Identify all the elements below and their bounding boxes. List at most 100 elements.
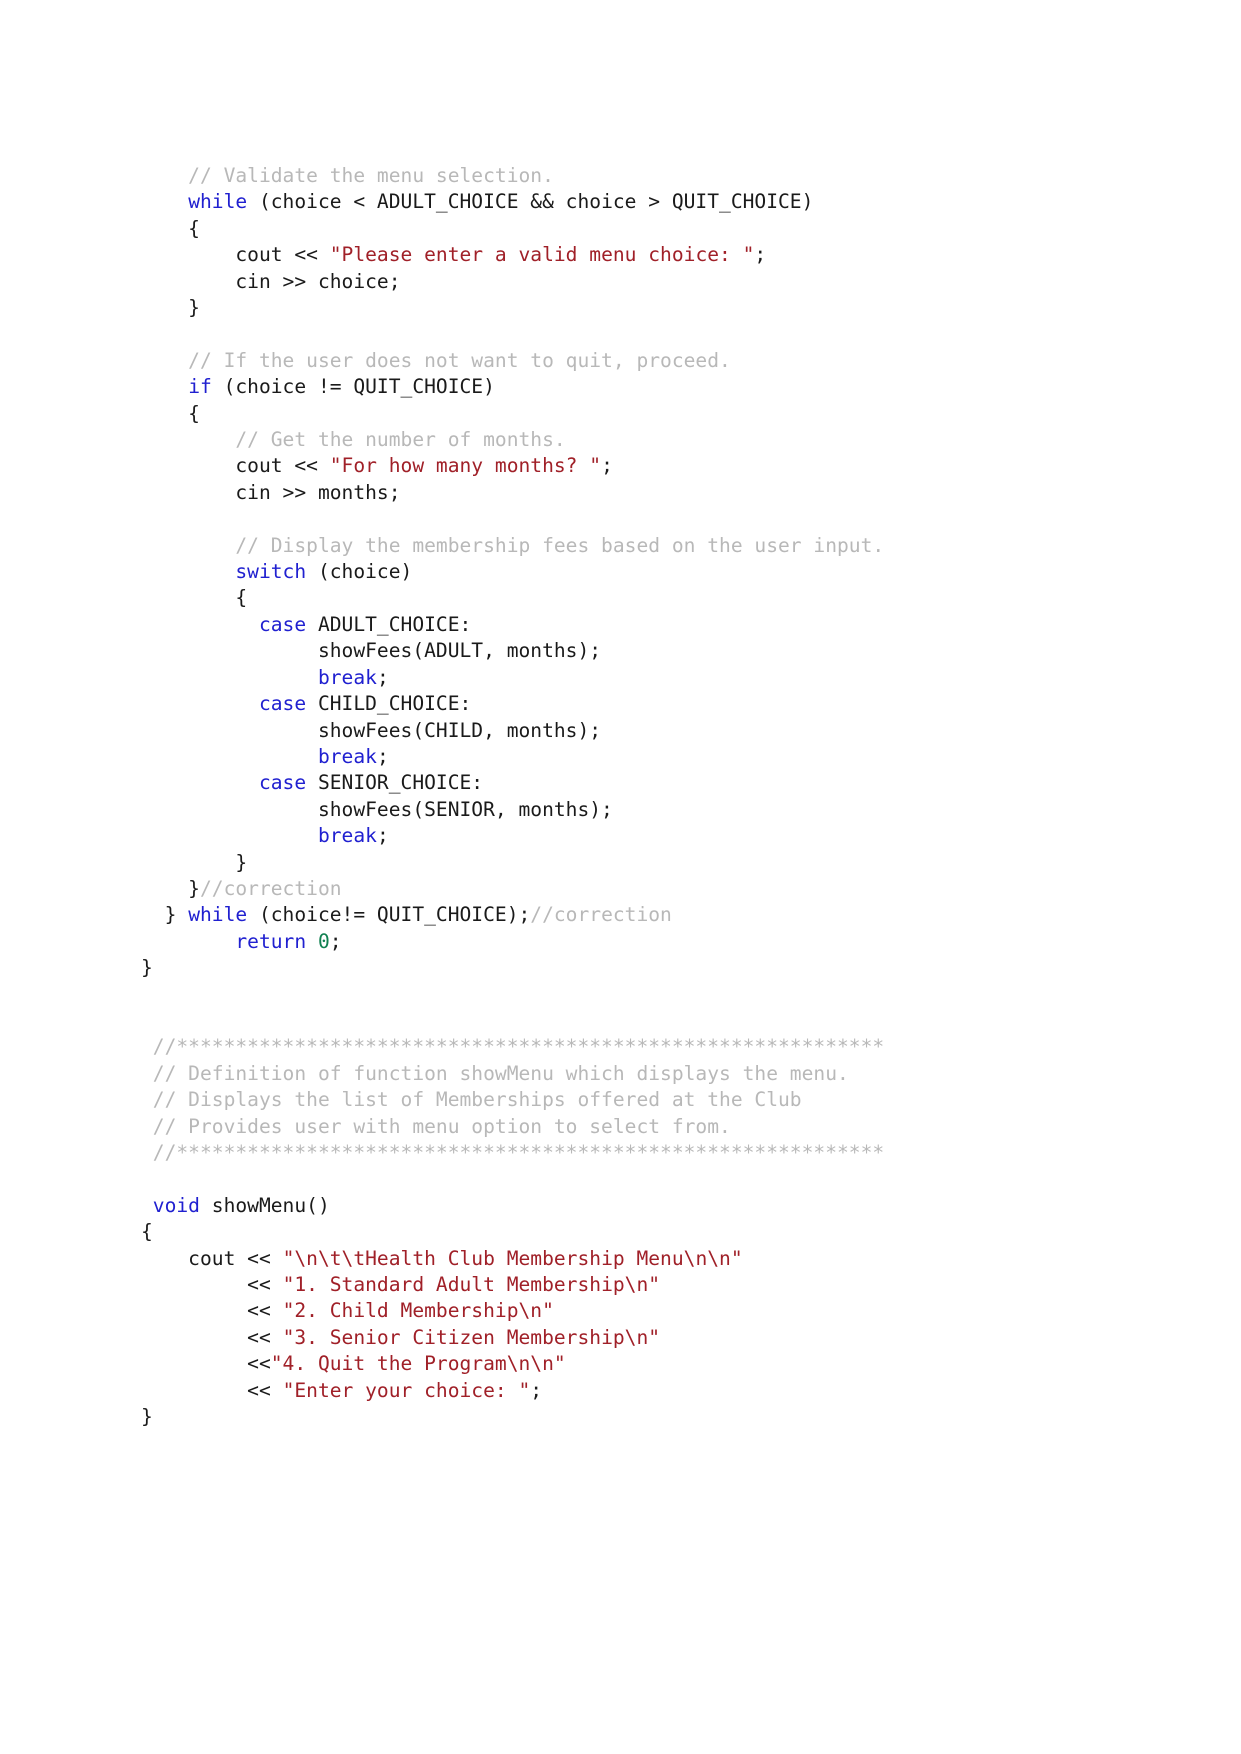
code-token-cmt: //correction — [199, 876, 342, 900]
code-line: showFees(SENIOR, months); — [141, 797, 1161, 823]
code-line: { — [141, 216, 1161, 242]
code-token-plain: cout << — [141, 243, 330, 267]
code-line: ​ — [141, 321, 1161, 347]
code-line: { — [141, 401, 1161, 427]
code-token-plain: showFees(SENIOR, months); — [141, 797, 613, 821]
code-token-plain: ; — [530, 1378, 543, 1402]
code-line: ​ — [141, 1008, 1161, 1034]
code-token-plain: ; — [376, 744, 389, 768]
code-token-cmt: // Validate the menu selection. — [141, 164, 554, 187]
code-token-plain: } — [141, 876, 200, 900]
code-line: { — [141, 585, 1161, 611]
code-token-plain: { — [141, 1220, 153, 1244]
code-line: cin >> months; — [141, 480, 1161, 506]
code-token-str: "Please enter a valid menu choice: " — [329, 243, 755, 267]
code-token-kw: while — [188, 903, 248, 927]
code-token-plain: showMenu() — [199, 1193, 330, 1217]
code-token-str: "\n\t\tHealth Club Membership Menu\n\n" — [282, 1246, 743, 1270]
code-token-kw: switch — [235, 560, 307, 584]
code-token-str: "4. Quit the Program\n\n" — [270, 1352, 566, 1376]
code-token-plain: ; — [601, 454, 613, 478]
code-token-plain: ADULT_CHOICE: — [306, 612, 472, 636]
code-token-plain: { — [141, 216, 200, 240]
code-token-plain: << — [141, 1272, 283, 1296]
code-token-plain: showFees(ADULT, months); — [141, 639, 602, 663]
code-token-plain: (choice) — [306, 560, 413, 584]
code-token-kw: case — [258, 612, 307, 636]
code-line: case SENIOR_CHOICE: — [141, 770, 1161, 796]
document-page: // Validate the menu selection. while (c… — [0, 0, 1241, 1754]
code-token-plain: CHILD_CHOICE: — [306, 692, 472, 716]
code-line: <<"4. Quit the Program\n\n" — [141, 1351, 1161, 1377]
code-token-plain: } — [141, 850, 248, 874]
code-line: //**************************************… — [141, 1140, 1161, 1166]
code-line: ​ — [141, 506, 1161, 532]
code-token-str: "Enter your choice: " — [282, 1378, 531, 1402]
code-token-kw: break — [317, 665, 377, 689]
code-line: << "2. Child Membership\n" — [141, 1298, 1161, 1324]
code-token-plain: (choice < ADULT_CHOICE && choice > QUIT_… — [247, 190, 814, 214]
code-line: // If the user does not want to quit, pr… — [141, 348, 1161, 374]
code-line: // Provides user with menu option to sel… — [141, 1114, 1161, 1140]
code-token-plain: } — [141, 956, 153, 980]
code-listing: // Validate the menu selection. while (c… — [141, 163, 1161, 1430]
code-line: } — [141, 295, 1161, 321]
code-line: cout << "\n\t\tHealth Club Membership Me… — [141, 1246, 1161, 1272]
code-token-plain: } — [141, 903, 189, 927]
code-token-kw: return — [235, 929, 307, 953]
code-line: return 0; — [141, 929, 1161, 955]
code-line: << "1. Standard Adult Membership\n" — [141, 1272, 1161, 1298]
code-token-plain: << — [141, 1352, 271, 1376]
code-line: showFees(CHILD, months); — [141, 718, 1161, 744]
code-line: // Get the number of months. — [141, 427, 1161, 453]
code-line: case ADULT_CHOICE: — [141, 612, 1161, 638]
code-token-str: "For how many months? " — [329, 454, 602, 478]
code-token-plain: << — [141, 1378, 283, 1402]
code-token-plain: << — [141, 1299, 283, 1323]
code-token-num: 0 — [317, 929, 330, 953]
code-token-plain: { — [141, 586, 248, 610]
code-line: // Validate the menu selection. — [141, 163, 1161, 189]
code-line: << "3. Senior Citizen Membership\n" — [141, 1325, 1161, 1351]
code-line: case CHILD_CHOICE: — [141, 691, 1161, 717]
code-token-plain: cin >> months; — [141, 480, 401, 504]
code-token-plain: showFees(CHILD, months); — [141, 718, 602, 742]
code-token-plain: cin >> choice; — [141, 269, 401, 293]
code-line: while (choice < ADULT_CHOICE && choice >… — [141, 189, 1161, 215]
code-token-plain: } — [141, 296, 200, 320]
code-line: << "Enter your choice: "; — [141, 1378, 1161, 1404]
code-line: // Definition of function showMenu which… — [141, 1061, 1161, 1087]
code-token-plain: } — [141, 1405, 153, 1429]
code-token-plain: SENIOR_CHOICE: — [306, 771, 484, 795]
code-line: } — [141, 1404, 1161, 1430]
code-token-str: "3. Senior Citizen Membership\n" — [282, 1325, 661, 1349]
code-token-str: "1. Standard Adult Membership\n" — [282, 1272, 661, 1296]
code-token-str: "2. Child Membership\n" — [282, 1299, 554, 1323]
code-line: //**************************************… — [141, 1034, 1161, 1060]
code-line: cout << "For how many months? "; — [141, 453, 1161, 479]
code-token-kw: case — [258, 771, 307, 795]
code-line: } — [141, 850, 1161, 876]
code-token-plain: ; — [376, 824, 389, 848]
code-token-plain: ; — [754, 243, 767, 267]
code-token-plain: ; — [376, 665, 389, 689]
code-token-plain: << — [141, 1325, 283, 1349]
code-token-plain: ; — [329, 929, 342, 953]
code-line: cout << "Please enter a valid menu choic… — [141, 242, 1161, 268]
code-token-cmt: //correction — [530, 903, 672, 927]
code-token-plain: { — [141, 401, 200, 425]
code-line: showFees(ADULT, months); — [141, 638, 1161, 664]
code-token-cmt: // If the user does not want to quit, pr… — [141, 348, 731, 372]
code-token-plain: cout << — [141, 1246, 283, 1270]
code-token-cmt: // Provides user with menu option to sel… — [141, 1114, 731, 1138]
